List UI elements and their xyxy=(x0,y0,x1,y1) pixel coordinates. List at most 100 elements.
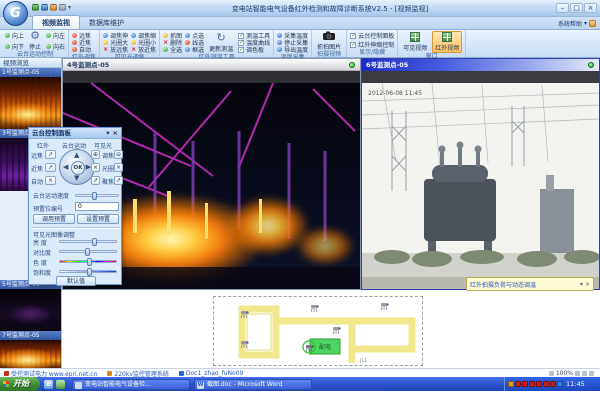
taskbar-item-app[interactable]: 变电站智能电气设备检... xyxy=(72,379,190,390)
pan-down-button[interactable]: 向下 xyxy=(5,43,24,50)
ptz-panel-checkbox[interactable]: ✓云台控制面板 xyxy=(350,32,394,39)
group-label: 显示/隐藏 xyxy=(350,49,394,57)
zoom-far-button[interactable]: ×放远焦 xyxy=(103,46,128,53)
button-label: 抓拍图片 xyxy=(317,42,341,51)
hue-slider[interactable] xyxy=(59,260,117,263)
close-icon[interactable]: × xyxy=(113,128,118,138)
visible-panel-title-bar[interactable]: 6号监测点-05 xyxy=(362,59,599,71)
call-preset-button[interactable]: 调用预置 xyxy=(33,214,75,224)
ribbon-group-ir-focus: 远焦 近焦 自动 红外调焦 xyxy=(69,30,100,57)
zoom-in-icon[interactable] xyxy=(575,371,580,376)
ir-zoom-control-checkbox[interactable]: ✓红外伸缩控制 xyxy=(350,41,394,48)
select-all-button[interactable]: 全选 xyxy=(163,46,182,53)
slider-thumb[interactable] xyxy=(87,268,92,276)
tab-video-monitor[interactable]: 视频监视 xyxy=(32,15,80,29)
ribbon-group-window: 可见视频 红外视频 窗口 xyxy=(398,30,466,57)
saturation-slider[interactable] xyxy=(59,270,117,273)
quick-access-icon-2[interactable] xyxy=(41,4,48,11)
quick-access-icon-1[interactable] xyxy=(32,4,39,11)
tray-icon[interactable] xyxy=(522,381,528,387)
pan-stop-button[interactable]: ⚙ 停止 xyxy=(27,31,43,51)
minimize-button[interactable]: – xyxy=(556,3,569,13)
tray-icon[interactable] xyxy=(536,381,542,387)
chevron-down-icon[interactable]: ▾ xyxy=(580,281,583,288)
tray-alert-icon[interactable] xyxy=(508,381,514,387)
speed-slider[interactable] xyxy=(75,194,119,197)
set-preset-button[interactable]: 设置预置 xyxy=(77,214,119,224)
refresh-measure-button[interactable]: ↻ 更新测温 xyxy=(207,31,235,54)
thermal-thumbnail-3[interactable] xyxy=(0,289,61,331)
visible-video-panel: 6号监测点-05 xyxy=(361,58,600,290)
ir-auto-focus-button[interactable]: 自动 xyxy=(72,46,91,53)
slider-thumb[interactable] xyxy=(85,248,90,256)
infrared-video-window-button[interactable]: 红外视频 xyxy=(432,31,462,53)
thumbnail-label-1[interactable]: 1号监测点-05 xyxy=(0,68,61,77)
maximize-button[interactable]: □ xyxy=(570,3,583,13)
slider-thumb[interactable] xyxy=(87,258,92,266)
preset-number-input[interactable] xyxy=(75,202,119,211)
zoom-out-icon[interactable] xyxy=(549,371,554,376)
iris-close-button[interactable]: × xyxy=(114,163,123,172)
ir-auto-button[interactable]: × xyxy=(45,176,56,185)
visible-zoom-out-button[interactable]: ⊖ xyxy=(114,150,123,159)
quicklaunch-icon[interactable] xyxy=(56,380,65,389)
quick-access-icon-3[interactable] xyxy=(50,4,57,11)
yellow-orb-icon xyxy=(163,33,168,38)
contrast-slider[interactable] xyxy=(59,250,117,253)
ptz-ok-button[interactable]: OK xyxy=(71,161,85,175)
thermal-thumbnail-4[interactable] xyxy=(0,340,61,368)
network-icon[interactable] xyxy=(557,381,563,387)
capture-picture-button[interactable]: 抓拍图片 xyxy=(315,31,343,51)
arrow-down-icon[interactable]: ▼ xyxy=(74,175,79,182)
ptz-direction-pad[interactable]: ▲ ▼ ◀ ▶ OK xyxy=(59,149,95,185)
tab-database-maintenance[interactable]: 数据库维护 xyxy=(80,16,133,29)
thumbnail-label-4[interactable]: 7号监测点-05 xyxy=(0,331,61,340)
tray-icon[interactable] xyxy=(543,381,549,387)
ptz-panel-title-bar[interactable]: 云台控制面板 ▾ × xyxy=(29,128,121,139)
slider-thumb[interactable] xyxy=(92,192,97,200)
ir-far-button[interactable]: ↗ xyxy=(45,150,56,159)
printer-icon[interactable] xyxy=(582,371,587,376)
default-values-button[interactable]: 默认值 xyxy=(56,276,96,286)
pan-right-button[interactable]: 向右 xyxy=(46,43,65,50)
focus-minus-button[interactable]: ↗ xyxy=(114,176,123,185)
infrared-panel-title-bar[interactable]: 4号监测点-05 xyxy=(63,59,360,71)
link-item-3[interactable]: Doc1_zhao_fuNo09 xyxy=(179,370,243,377)
zoom-near-button[interactable]: ×放近焦 xyxy=(131,46,156,53)
pan-up-button[interactable]: 向上 xyxy=(5,32,24,39)
green-orb-icon xyxy=(5,44,10,49)
box-select-button[interactable]: 框选 xyxy=(185,46,204,53)
slider-thumb[interactable] xyxy=(92,238,97,246)
taskbar-item-word[interactable]: W 截图.doc - Microsoft Word xyxy=(194,379,312,390)
brightness-slider[interactable] xyxy=(59,240,117,243)
quick-access-icon-4[interactable] xyxy=(59,4,66,11)
check-icon: ✓ xyxy=(238,40,244,46)
thermal-thumbnail-1[interactable] xyxy=(0,77,61,129)
chevron-down-icon[interactable]: ▾ xyxy=(68,4,71,11)
palette-checkbox[interactable]: ✓调色板 xyxy=(238,46,270,53)
tray-icon[interactable] xyxy=(515,381,521,387)
close-button[interactable]: × xyxy=(584,3,597,13)
infrared-capture-notification[interactable]: 红外拍摄负荷与动态调温 ▾ × xyxy=(466,277,594,291)
arrow-left-icon[interactable]: ◀ xyxy=(63,164,68,171)
ribbon-group-ptz-motion: 向上 向下 ⚙ 停止 向左 向右 云台运动控制 xyxy=(2,30,69,57)
browser-quicklaunch-icon[interactable]: e xyxy=(44,380,53,389)
tray-icon[interactable] xyxy=(529,381,535,387)
focus-plus-button[interactable]: ↗ xyxy=(91,176,100,185)
pin-icon[interactable]: ▾ xyxy=(106,128,109,138)
help-menu[interactable]: 系统帮助 ▾ xyxy=(558,19,596,28)
zoom-controls[interactable]: 100% xyxy=(549,370,600,377)
site-map-image: 配电 JL1 xyxy=(214,297,422,365)
tray-icon[interactable] xyxy=(550,381,556,387)
checkbox-label: 红外伸缩控制 xyxy=(358,40,394,49)
iris-open-button[interactable]: × xyxy=(91,163,100,172)
visible-video-window-button[interactable]: 可见视频 xyxy=(401,31,429,53)
close-icon[interactable]: × xyxy=(585,281,590,288)
start-button[interactable]: 开始 xyxy=(0,377,40,391)
visible-zoom-in-button[interactable]: ⊕ xyxy=(91,150,100,159)
pan-left-button[interactable]: 向左 xyxy=(46,32,65,39)
button-label: 导出温度 xyxy=(284,45,308,54)
ir-near-button[interactable]: ↗ xyxy=(45,163,56,172)
export-temperature-button[interactable]: 导出温度 xyxy=(277,46,308,53)
arrow-up-icon[interactable]: ▲ xyxy=(74,152,79,159)
